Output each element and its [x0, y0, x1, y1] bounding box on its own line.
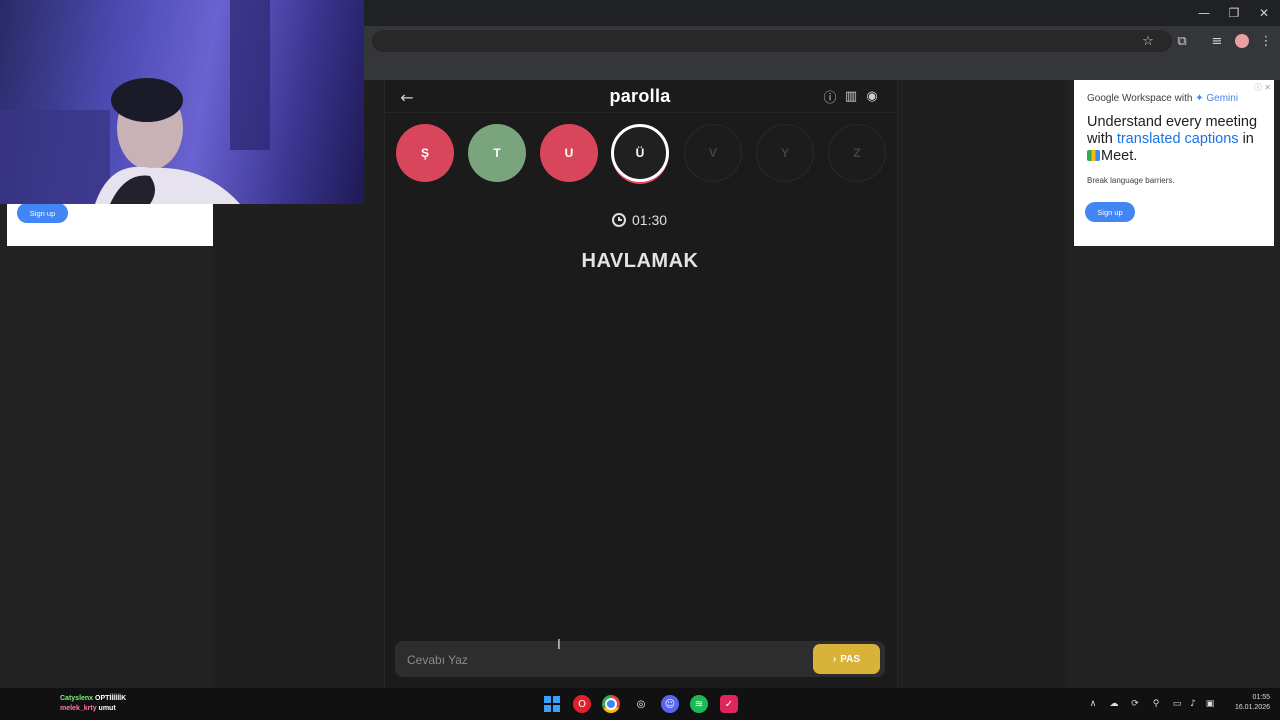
streamer-silhouette: [0, 0, 270, 204]
pass-label: PAS: [840, 653, 861, 665]
pass-button[interactable]: › PAS: [813, 644, 880, 674]
ad-headline-part2: in: [1238, 131, 1254, 147]
ad-brand: Google Workspace with ✦ Gemini: [1087, 93, 1238, 104]
discord-icon[interactable]: ☺: [661, 695, 679, 713]
back-arrow-icon[interactable]: ←: [398, 88, 416, 107]
letter-circle-v: V: [684, 124, 742, 182]
chat-message: OPTİİİİİİK: [95, 695, 127, 702]
ad-headline-meet: Meet.: [1101, 148, 1138, 164]
ad-brand-gemini: ✦ Gemini: [1195, 93, 1239, 104]
obs-icon[interactable]: ◎: [632, 695, 650, 713]
ad-choices-icon[interactable]: ⓘ ✕: [1254, 82, 1271, 93]
address-bar[interactable]: [372, 30, 1172, 52]
clock-time: 01:55: [1252, 694, 1270, 701]
timer-value: 01:30: [632, 212, 668, 228]
microphone-icon[interactable]: ⚲: [1150, 698, 1162, 710]
spotify-icon[interactable]: ≋: [690, 695, 708, 713]
chat-message: umut: [98, 705, 116, 712]
profile-avatar-icon[interactable]: [1233, 33, 1251, 49]
header-divider: [385, 112, 895, 113]
chat-user: Catyslenx: [60, 695, 94, 702]
chat-user: melek_krty: [60, 705, 97, 712]
battery-icon[interactable]: ▣: [1204, 698, 1216, 710]
close-icon[interactable]: ✕: [1250, 4, 1278, 22]
network-icon[interactable]: ▭: [1171, 698, 1183, 710]
ad-headline: Understand every meeting with translated…: [1087, 114, 1267, 165]
restore-icon[interactable]: ❐: [1220, 4, 1248, 22]
stream-chat: Catyslenx OPTİİİİİİK melek_krty umut: [60, 694, 126, 714]
minimize-icon[interactable]: —: [1190, 4, 1218, 22]
letter-circle-y: Y: [756, 124, 814, 182]
bookmark-star-icon[interactable]: ☆: [1139, 33, 1157, 49]
clock-date: 16.01.2026: [1234, 704, 1270, 711]
left-ad-signup-button[interactable]: Sign up: [17, 203, 68, 223]
volume-icon[interactable]: ♪: [1187, 698, 1199, 710]
letter-circle-s: Ş: [396, 124, 454, 182]
clock-icon: [612, 213, 626, 227]
tray-chevron-up-icon[interactable]: ∧: [1087, 698, 1099, 710]
letter-circle-z: Z: [828, 124, 886, 182]
windows-start-icon[interactable]: [543, 695, 561, 713]
text-cursor-icon: I: [557, 638, 561, 653]
chrome-icon[interactable]: [602, 695, 620, 713]
header-actions: ⓘ ▥ ◉: [822, 88, 880, 106]
media-controls-icon[interactable]: ≡: [1208, 33, 1226, 49]
chevron-right-icon: ›: [832, 653, 837, 665]
letter-circle-u-umlaut-active: Ü: [611, 124, 669, 182]
timer: 01:30: [612, 212, 667, 228]
meet-logo-icon: [1087, 150, 1100, 161]
info-icon[interactable]: ⓘ: [822, 88, 838, 106]
app-icon[interactable]: ✓: [720, 695, 738, 713]
stats-icon[interactable]: ▥: [843, 88, 859, 104]
browser-menu-icon[interactable]: ⋮: [1257, 33, 1275, 49]
onedrive-icon[interactable]: ☁: [1108, 698, 1120, 710]
right-ad-signup-button[interactable]: Sign up: [1085, 202, 1135, 222]
app-logo[interactable]: parolla: [560, 86, 720, 107]
extensions-icon[interactable]: ⧉: [1173, 33, 1191, 49]
ad-subtext: Break language barriers.: [1087, 176, 1175, 185]
chat-line: melek_krty umut: [60, 704, 126, 714]
clue-word: HAVLAMAK: [581, 250, 699, 272]
letter-circle-u: U: [540, 124, 598, 182]
account-icon[interactable]: ◉: [864, 88, 880, 104]
webcam-overlay: [0, 0, 364, 204]
taskbar-clock[interactable]: 01:55 16.01.2026: [1218, 693, 1270, 713]
sync-icon[interactable]: ⟳: [1129, 698, 1141, 710]
opera-icon[interactable]: O: [573, 695, 591, 713]
chat-line: Catyslenx OPTİİİİİİK: [60, 694, 126, 704]
ad-headline-highlight: translated captions: [1116, 131, 1239, 147]
letter-circle-t: T: [468, 124, 526, 182]
answer-input[interactable]: [405, 647, 809, 673]
ad-brand-text: Google Workspace with: [1087, 93, 1196, 104]
